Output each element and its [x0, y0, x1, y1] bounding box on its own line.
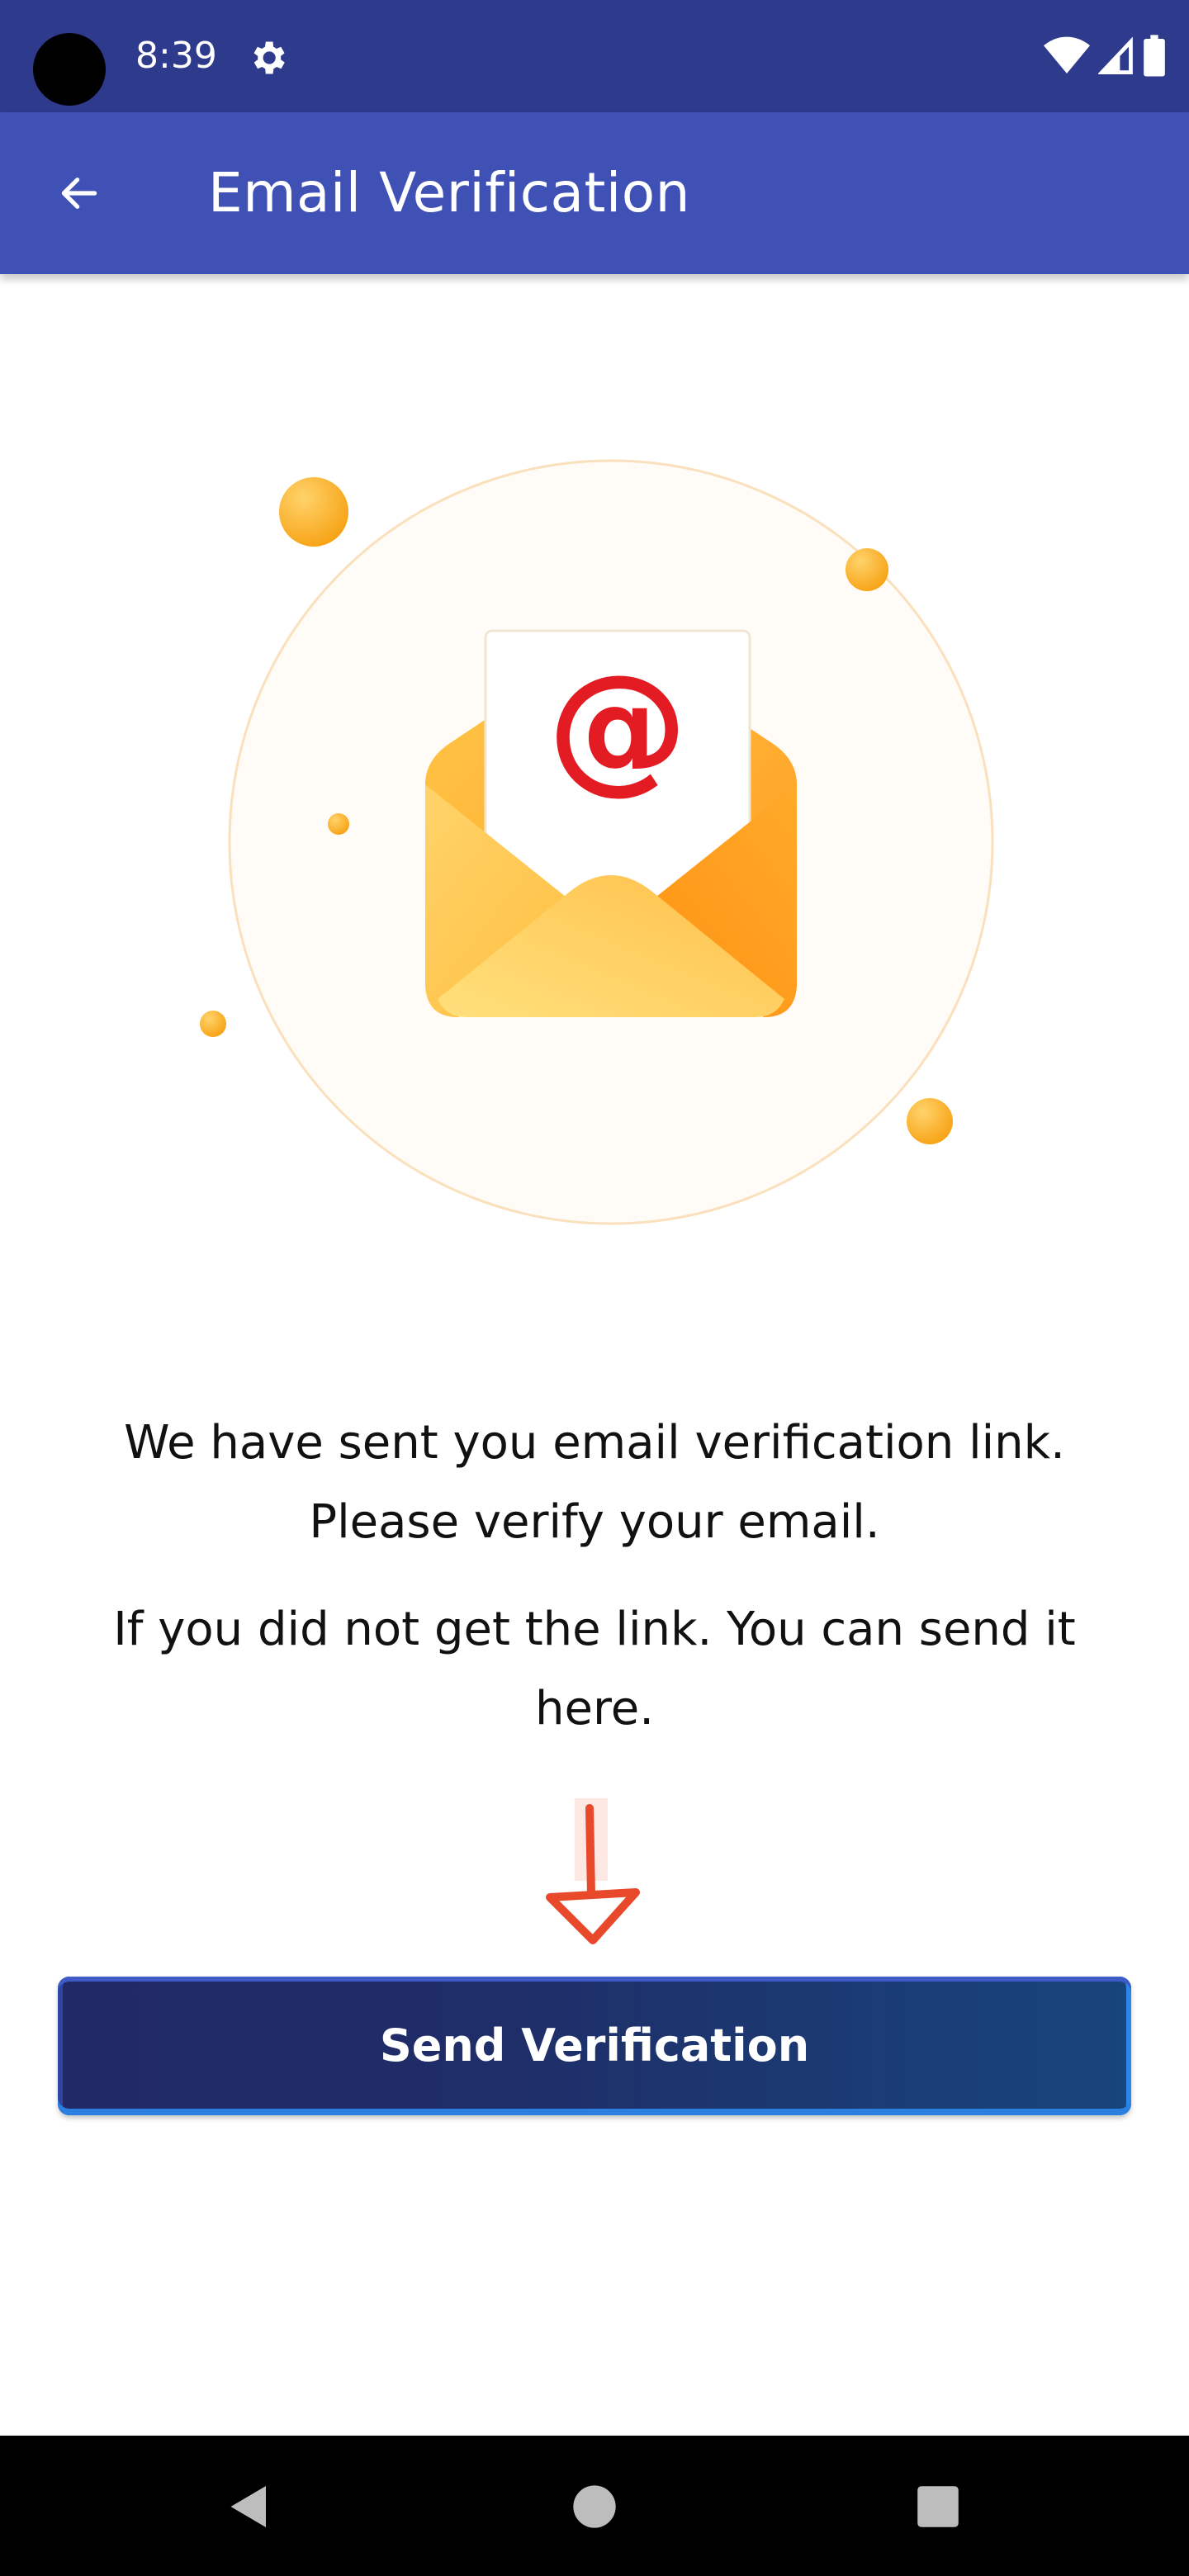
status-bar: 8:39 — [0, 0, 1189, 112]
system-nav-bar — [0, 2436, 1189, 2576]
decor-ball — [279, 477, 348, 547]
status-time: 8:39 — [135, 35, 217, 77]
email-illustration: @ — [200, 459, 994, 1225]
message-sent-text: We have sent you email verification link… — [124, 1416, 1065, 1549]
battery-icon — [1144, 35, 1165, 77]
status-indicators — [1044, 33, 1166, 79]
decor-ball — [907, 1098, 953, 1144]
svg-text:@: @ — [547, 645, 688, 808]
nav-home-button[interactable] — [565, 2477, 624, 2536]
recents-square-icon — [917, 2486, 959, 2527]
page-title: Email Verification — [208, 161, 690, 225]
decor-ball — [328, 813, 349, 835]
send-verification-button[interactable]: Send Verification — [58, 1977, 1131, 2115]
arrow-down-icon — [546, 1798, 640, 1944]
settings-icon — [253, 41, 285, 74]
back-button[interactable] — [40, 154, 119, 233]
back-triangle-icon — [230, 2486, 266, 2527]
decor-ball — [846, 548, 888, 591]
decor-ball — [200, 1011, 226, 1037]
verification-message: We have sent you email verification link… — [50, 1404, 1139, 1749]
app-bar: Email Verification — [0, 112, 1189, 274]
wifi-icon — [1044, 36, 1090, 73]
nav-back-button[interactable] — [220, 2477, 279, 2536]
home-circle-icon — [573, 2485, 616, 2528]
signal-icon — [1098, 36, 1133, 75]
nav-recents-button[interactable] — [908, 2477, 968, 2536]
camera-cutout — [33, 33, 106, 106]
message-resend-text: If you did not get the link. You can sen… — [113, 1603, 1076, 1735]
screen: 8:39 Email Verification @ We have sent y… — [0, 0, 1189, 2576]
arrow-left-icon — [61, 178, 97, 209]
